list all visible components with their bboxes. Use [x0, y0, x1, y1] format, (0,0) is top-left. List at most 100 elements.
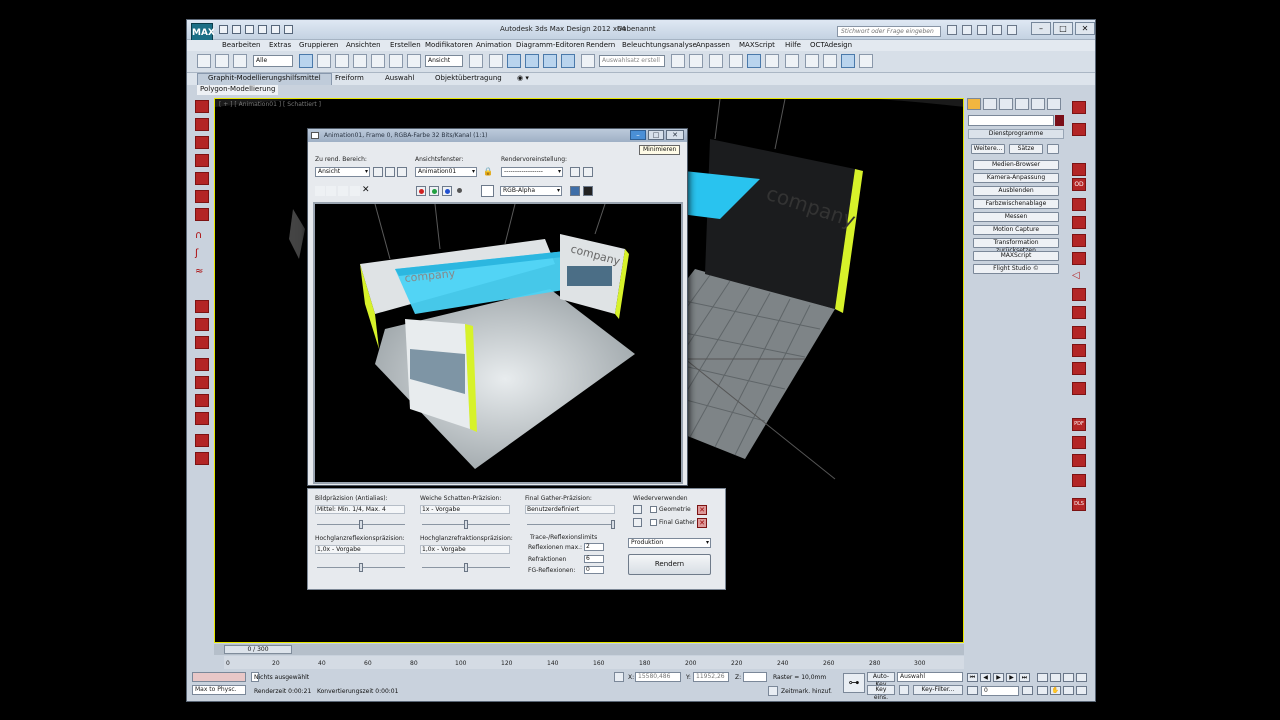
r-tool-icon-14[interactable]	[1072, 436, 1086, 449]
gloss-refl-slider[interactable]	[317, 563, 405, 572]
menu-beleuchtungsanalyse[interactable]: Beleuchtungsanalyse	[622, 41, 697, 49]
menu-anpassen[interactable]: Anpassen	[696, 41, 730, 49]
menu-ansichten[interactable]: Ansichten	[346, 41, 381, 49]
select-manipulate-icon[interactable]	[489, 54, 503, 68]
hook-icon[interactable]: ʃ	[195, 248, 209, 261]
communication-icon[interactable]	[977, 25, 987, 35]
r-dls-icon[interactable]: DLS	[1072, 498, 1086, 511]
tool-icon-1[interactable]	[195, 100, 209, 113]
refractions-spinner[interactable]: 6	[584, 555, 604, 563]
render-setup-icon[interactable]	[805, 54, 819, 68]
app-logo-icon[interactable]: MAX	[191, 23, 215, 41]
environment-icon[interactable]	[583, 167, 593, 177]
lock-icon[interactable]: 🔒	[483, 167, 493, 177]
maxscript-listener-input[interactable]: Max to Physc.	[192, 685, 246, 695]
messen-button[interactable]: Messen	[973, 212, 1059, 222]
tool-icon-2[interactable]	[195, 118, 209, 131]
tool-icon-12[interactable]	[195, 376, 209, 389]
zoom-all-icon[interactable]	[1050, 673, 1061, 682]
object-name-field[interactable]	[968, 115, 1054, 126]
favorites-icon[interactable]	[992, 25, 1002, 35]
menu-animation[interactable]: Animation	[476, 41, 512, 49]
lock-region-icon[interactable]	[397, 167, 407, 177]
auto-region-icon[interactable]	[385, 167, 395, 177]
ribbon-options-icon[interactable]: ◉ ▾	[517, 74, 529, 82]
render-mode-select[interactable]: Produktion	[628, 538, 711, 548]
weitere-button[interactable]: Weitere...	[971, 144, 1005, 154]
final-gather-checkbox[interactable]	[650, 519, 657, 526]
toggle-ui-overlay-icon[interactable]	[570, 186, 580, 196]
tool-icon-14[interactable]	[195, 412, 209, 425]
tool-icon-11[interactable]	[195, 358, 209, 371]
redo-icon[interactable]	[271, 25, 280, 34]
tool-icon-4[interactable]	[195, 154, 209, 167]
r-curve-icon[interactable]	[1072, 143, 1086, 156]
copy-image-icon[interactable]	[326, 186, 336, 196]
open-icon[interactable]	[232, 25, 241, 34]
subscription-icon[interactable]	[962, 25, 972, 35]
motion-tab-icon[interactable]	[1015, 98, 1029, 110]
x-coord-field[interactable]: 15580,486	[635, 672, 681, 682]
mirror-icon[interactable]	[671, 54, 685, 68]
material-editor-icon[interactable]	[785, 54, 799, 68]
viewport-select[interactable]: Animation01	[415, 167, 477, 177]
fg-lock-icon[interactable]	[633, 518, 642, 527]
auto-key-button[interactable]: Auto-Key	[867, 672, 895, 688]
graphite-toggle-icon[interactable]	[729, 54, 743, 68]
save-image-icon[interactable]	[315, 186, 325, 196]
named-selection-input[interactable]: Auswahlsatz erstell	[599, 55, 665, 67]
channel-select[interactable]: RGB-Alpha	[500, 186, 562, 196]
bind-space-warp-icon[interactable]	[233, 54, 247, 68]
fg-precision-thumb[interactable]	[611, 520, 615, 529]
r-tool-icon-7[interactable]	[1072, 252, 1086, 265]
minimize-button[interactable]: –	[1031, 22, 1051, 35]
wave-icon[interactable]: ≈	[195, 266, 209, 279]
select-by-name-icon[interactable]	[317, 54, 331, 68]
key-filter-button[interactable]: Key-Filter...	[913, 685, 963, 695]
r-tool-icon-8[interactable]	[1072, 288, 1086, 301]
r-cloud-icon[interactable]	[1072, 400, 1086, 413]
key-filter-icon[interactable]	[899, 685, 909, 695]
tab-objektuebertragung[interactable]: Objektübertragung	[435, 74, 502, 82]
menu-octadesign[interactable]: OCTAdesign	[810, 41, 852, 49]
zoom-extents-all-icon[interactable]	[1076, 673, 1087, 682]
select-object-icon[interactable]	[299, 54, 313, 68]
r-od-icon[interactable]: OD	[1072, 178, 1086, 191]
window-crossing-icon[interactable]	[353, 54, 367, 68]
r-tool-icon-15[interactable]	[1072, 454, 1086, 467]
modify-tab-icon[interactable]	[983, 98, 997, 110]
spinner-snap-icon[interactable]	[561, 54, 575, 68]
render-setup-fw-icon[interactable]	[570, 167, 580, 177]
reference-coord-select[interactable]: Ansicht	[425, 55, 463, 67]
key-set-select[interactable]: Auswahl	[897, 672, 963, 682]
hierarchy-tab-icon[interactable]	[999, 98, 1013, 110]
goto-start-icon[interactable]: ⏮	[967, 673, 978, 682]
r-tool-icon-13[interactable]	[1072, 382, 1086, 395]
transformation-reset-button[interactable]: Transformation zurücksetzen	[973, 238, 1059, 254]
tab-graphit-modellierung[interactable]: Graphit-Modellierungshilfsmittel	[197, 73, 332, 85]
maxscript-listener-top[interactable]	[192, 672, 246, 682]
frame-maximize-button[interactable]: □	[648, 130, 664, 140]
key-mode-icon[interactable]: ⊶	[843, 673, 865, 693]
edit-named-sel-icon[interactable]	[581, 54, 595, 68]
tool-icon-16[interactable]	[195, 452, 209, 465]
save-icon[interactable]	[245, 25, 254, 34]
pivot-center-icon[interactable]	[469, 54, 483, 68]
menu-erstellen[interactable]: Erstellen	[390, 41, 421, 49]
tab-freiform[interactable]: Freiform	[335, 74, 364, 82]
unlink-icon[interactable]	[215, 54, 229, 68]
orbit-icon[interactable]	[1063, 686, 1074, 695]
r-tool-icon-11[interactable]	[1072, 344, 1086, 357]
move-icon[interactable]	[371, 54, 385, 68]
r-tool-icon-10[interactable]	[1072, 326, 1086, 339]
clone-window-icon[interactable]	[338, 186, 348, 196]
green-channel-toggle[interactable]	[429, 186, 439, 196]
tool-icon-10[interactable]	[195, 336, 209, 349]
layer-manager-icon[interactable]	[709, 54, 723, 68]
curve-editor-icon[interactable]	[747, 54, 761, 68]
menu-hilfe[interactable]: Hilfe	[785, 41, 801, 49]
alpha-channel-toggle[interactable]	[455, 186, 465, 196]
tool-icon-5[interactable]	[195, 172, 209, 185]
img-precision-thumb[interactable]	[359, 520, 363, 529]
fg-reflections-spinner[interactable]: 0	[584, 566, 604, 574]
